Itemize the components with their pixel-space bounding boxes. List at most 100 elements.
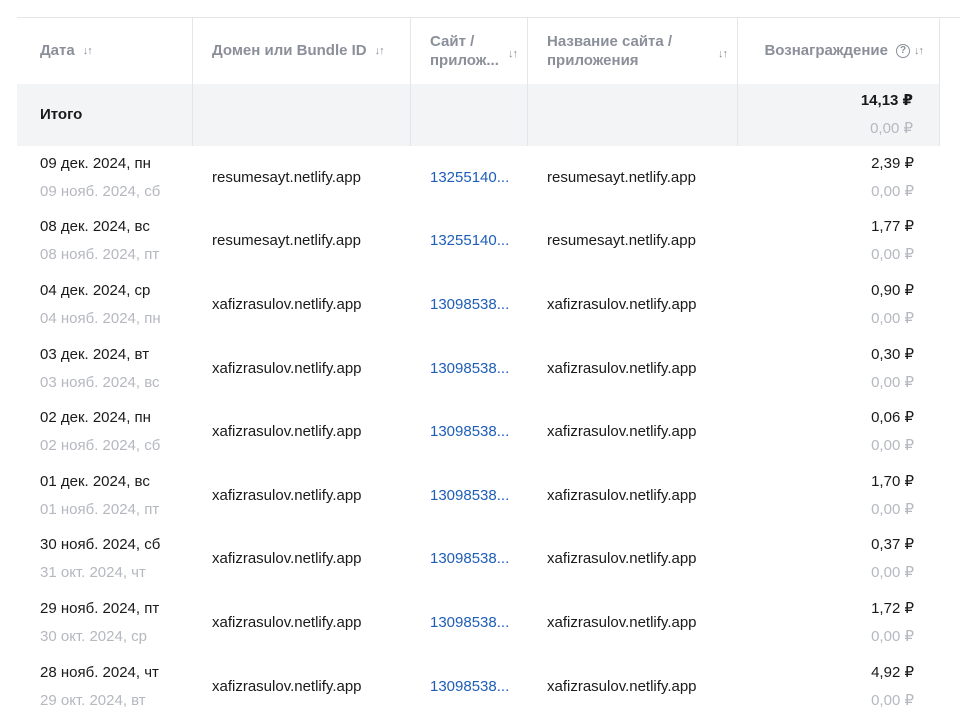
sort-arrows-icon[interactable]: ↓↑: [83, 41, 93, 61]
row-edge: [940, 528, 960, 592]
row-site-name: resumesayt.netlify.app: [547, 168, 696, 186]
name-cell: xafizrasulov.netlify.app: [528, 655, 738, 719]
row-site-link[interactable]: 13098538...: [430, 486, 509, 506]
row-site-link[interactable]: 13098538...: [430, 677, 509, 697]
row-amount: 0,90 ₽: [871, 281, 914, 299]
domain-cell: resumesayt.netlify.app: [193, 210, 411, 274]
site-cell: 13098538...: [411, 591, 528, 655]
domain-cell: xafizrasulov.netlify.app: [193, 464, 411, 528]
sort-arrows-icon[interactable]: ↓↑: [718, 44, 728, 64]
row-site-name: xafizrasulov.netlify.app: [547, 613, 697, 631]
column-header-date-label: Дата: [40, 42, 75, 59]
row-amount: 0,30 ₽: [871, 345, 914, 363]
site-cell: 13098538...: [411, 528, 528, 592]
column-header-site[interactable]: Сайт / прилож... ↓↑: [411, 18, 528, 84]
table-row: 30 нояб. 2024, сб 31 окт. 2024, чт xafiz…: [17, 528, 960, 592]
row-site-name: xafizrasulov.netlify.app: [547, 359, 697, 377]
row-site-link[interactable]: 13255140...: [430, 231, 509, 251]
name-cell: xafizrasulov.netlify.app: [528, 273, 738, 337]
sort-arrows-icon[interactable]: ↓↑: [508, 44, 518, 64]
total-compare-amount: 0,00 ₽: [870, 120, 913, 137]
row-compare-date: 01 нояб. 2024, пт: [40, 500, 160, 518]
name-cell: xafizrasulov.netlify.app: [528, 464, 738, 528]
row-amount: 4,92 ₽: [871, 663, 914, 681]
name-cell: xafizrasulov.netlify.app: [528, 528, 738, 592]
reward-cell: 1,72 ₽ 0,00 ₽: [738, 591, 940, 655]
row-site-link[interactable]: 13255140...: [430, 168, 509, 188]
row-domain: xafizrasulov.netlify.app: [212, 295, 362, 313]
reward-cell: 0,30 ₽ 0,00 ₽: [738, 337, 940, 401]
row-edge: [940, 146, 960, 210]
row-site-link[interactable]: 13098538...: [430, 295, 509, 315]
row-site-name: xafizrasulov.netlify.app: [547, 486, 697, 504]
row-compare-amount: 0,00 ₽: [871, 182, 914, 200]
date-cell: 04 дек. 2024, ср 04 нояб. 2024, пн: [17, 273, 193, 337]
row-date: 03 дек. 2024, вт: [40, 345, 150, 363]
total-edge: [940, 84, 960, 146]
site-cell: 13098538...: [411, 337, 528, 401]
row-site-name: xafizrasulov.netlify.app: [547, 423, 697, 441]
total-label: Итого: [40, 106, 83, 123]
row-compare-amount: 0,00 ₽: [871, 627, 914, 645]
row-domain: xafizrasulov.netlify.app: [212, 550, 362, 568]
row-compare-date: 03 нояб. 2024, вс: [40, 373, 160, 391]
row-site-name: xafizrasulov.netlify.app: [547, 550, 697, 568]
name-cell: xafizrasulov.netlify.app: [528, 337, 738, 401]
domain-cell: xafizrasulov.netlify.app: [193, 591, 411, 655]
row-domain: xafizrasulov.netlify.app: [212, 423, 362, 441]
row-site-link[interactable]: 13098538...: [430, 359, 509, 379]
row-edge: [940, 337, 960, 401]
total-name-cell: [528, 84, 738, 146]
row-date: 28 нояб. 2024, чт: [40, 663, 159, 681]
row-compare-date: 04 нояб. 2024, пн: [40, 309, 161, 327]
row-compare-date: 31 окт. 2024, чт: [40, 564, 146, 582]
row-amount: 2,39 ₽: [871, 154, 914, 172]
name-cell: xafizrasulov.netlify.app: [528, 591, 738, 655]
reward-cell: 1,77 ₽ 0,00 ₽: [738, 210, 940, 274]
row-domain: resumesayt.netlify.app: [212, 232, 361, 250]
reward-cell: 4,92 ₽ 0,00 ₽: [738, 655, 940, 719]
row-site-link[interactable]: 13098538...: [430, 422, 509, 442]
domain-cell: xafizrasulov.netlify.app: [193, 655, 411, 719]
row-site-link[interactable]: 13098538...: [430, 613, 509, 633]
row-compare-amount: 0,00 ₽: [871, 564, 914, 582]
name-cell: resumesayt.netlify.app: [528, 210, 738, 274]
row-date: 08 дек. 2024, вс: [40, 218, 150, 236]
reward-cell: 0,37 ₽ 0,00 ₽: [738, 528, 940, 592]
table-row: 02 дек. 2024, пн 02 нояб. 2024, сб xafiz…: [17, 400, 960, 464]
row-site-name: xafizrasulov.netlify.app: [547, 295, 697, 313]
sort-arrows-icon[interactable]: ↓↑: [914, 41, 924, 61]
domain-cell: xafizrasulov.netlify.app: [193, 528, 411, 592]
row-compare-amount: 0,00 ₽: [871, 500, 914, 518]
column-header-reward[interactable]: Вознаграждение ? ↓↑: [738, 18, 940, 84]
help-circle-icon[interactable]: ?: [896, 44, 910, 58]
date-cell: 03 дек. 2024, вт 03 нояб. 2024, вс: [17, 337, 193, 401]
row-domain: xafizrasulov.netlify.app: [212, 486, 362, 504]
site-cell: 13098538...: [411, 655, 528, 719]
table-row: 08 дек. 2024, вс 08 нояб. 2024, пт resum…: [17, 210, 960, 274]
row-compare-date: 08 нояб. 2024, пт: [40, 246, 160, 264]
name-cell: xafizrasulov.netlify.app: [528, 400, 738, 464]
column-header-name[interactable]: Название сайта / приложения ↓↑: [528, 18, 738, 84]
header-edge: [940, 18, 960, 84]
row-site-link[interactable]: 13098538...: [430, 549, 509, 569]
row-compare-amount: 0,00 ₽: [871, 373, 914, 391]
row-date: 29 нояб. 2024, пт: [40, 599, 160, 617]
table-row: 09 дек. 2024, пн 09 нояб. 2024, сб resum…: [17, 146, 960, 210]
domain-cell: xafizrasulov.netlify.app: [193, 400, 411, 464]
column-header-domain[interactable]: Домен или Bundle ID ↓↑: [193, 18, 411, 84]
row-date: 01 дек. 2024, вс: [40, 472, 150, 490]
table-body: 09 дек. 2024, пн 09 нояб. 2024, сб resum…: [17, 146, 960, 718]
row-amount: 1,70 ₽: [871, 472, 914, 490]
sort-arrows-icon[interactable]: ↓↑: [375, 41, 385, 61]
row-edge: [940, 591, 960, 655]
row-compare-date: 30 окт. 2024, ср: [40, 627, 148, 645]
row-edge: [940, 400, 960, 464]
column-header-date[interactable]: Дата ↓↑: [17, 18, 193, 84]
row-date: 02 дек. 2024, пн: [40, 409, 151, 427]
row-compare-amount: 0,00 ₽: [871, 437, 914, 455]
column-header-domain-label: Домен или Bundle ID: [212, 42, 367, 59]
date-cell: 28 нояб. 2024, чт 29 окт. 2024, вт: [17, 655, 193, 719]
site-cell: 13098538...: [411, 400, 528, 464]
row-domain: xafizrasulov.netlify.app: [212, 359, 362, 377]
